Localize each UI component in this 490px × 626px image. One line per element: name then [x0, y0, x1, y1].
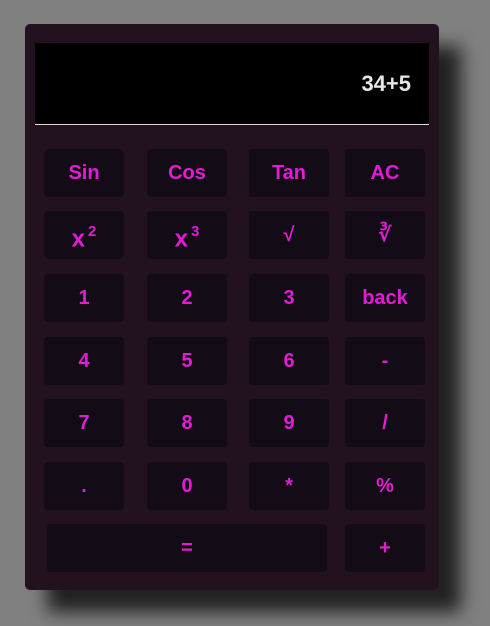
digit-5-button[interactable]: 5: [147, 337, 227, 385]
calculator-body: 34+5 Sin Cos Tan AC x2 x3 √ ∛ 1 2 3 back…: [25, 24, 439, 590]
backspace-button[interactable]: back: [345, 274, 425, 322]
digit-0-button[interactable]: 0: [147, 462, 227, 510]
digit-1-button[interactable]: 1: [44, 274, 124, 322]
cos-button[interactable]: Cos: [147, 149, 227, 197]
cube-base: x: [174, 225, 188, 253]
digit-3-button[interactable]: 3: [249, 274, 329, 322]
divide-button[interactable]: /: [345, 399, 425, 447]
display-value: 34+5: [361, 71, 411, 96]
tan-button[interactable]: Tan: [249, 149, 329, 197]
square-exponent: 2: [88, 223, 97, 240]
square-base: x: [71, 225, 85, 253]
minus-button[interactable]: -: [345, 337, 425, 385]
digit-9-button[interactable]: 9: [249, 399, 329, 447]
plus-button[interactable]: +: [345, 524, 425, 572]
equals-button[interactable]: =: [47, 524, 327, 572]
digit-7-button[interactable]: 7: [44, 399, 124, 447]
square-button[interactable]: x2: [44, 211, 124, 259]
digit-4-button[interactable]: 4: [44, 337, 124, 385]
all-clear-button[interactable]: AC: [345, 149, 425, 197]
cube-exponent: 3: [191, 223, 200, 240]
digit-6-button[interactable]: 6: [249, 337, 329, 385]
cube-button[interactable]: x3: [147, 211, 227, 259]
sin-button[interactable]: Sin: [44, 149, 124, 197]
digit-8-button[interactable]: 8: [147, 399, 227, 447]
percent-button[interactable]: %: [345, 462, 425, 510]
digit-2-button[interactable]: 2: [147, 274, 227, 322]
decimal-point-button[interactable]: .: [44, 462, 124, 510]
multiply-button[interactable]: *: [249, 462, 329, 510]
square-root-button[interactable]: √: [249, 211, 329, 259]
cube-root-button[interactable]: ∛: [345, 211, 425, 259]
display-screen: 34+5: [35, 43, 429, 125]
